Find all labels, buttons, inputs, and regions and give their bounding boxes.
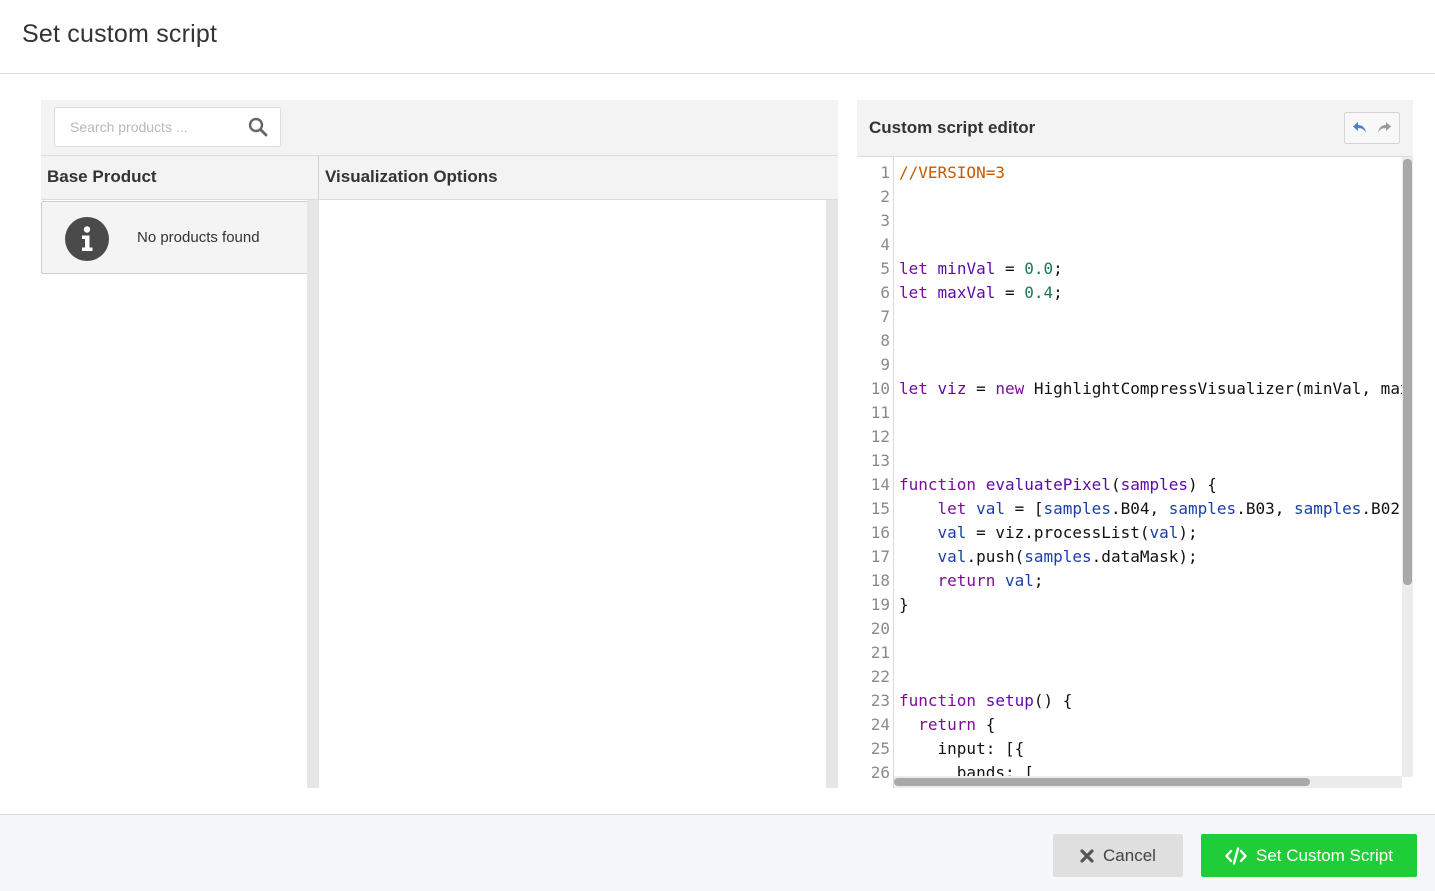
code-line: 6 let maxVal = 0.4;: [857, 281, 1402, 305]
code-line: 15 let val = [samples.B04, samples.B03, …: [857, 497, 1402, 521]
line-number: 18: [870, 571, 890, 590]
code-line: 22: [857, 665, 1402, 689]
line-number: 10: [870, 379, 890, 398]
code-line: 1 //VERSION=3: [857, 161, 1402, 185]
code-comment: //VERSION=3: [899, 163, 1005, 182]
undo-redo-group: [1344, 112, 1400, 144]
visualization-options-list: [320, 200, 838, 788]
product-toolbar: [41, 100, 838, 156]
close-icon: [1080, 848, 1094, 863]
line-number: 6: [880, 283, 890, 302]
editor-vertical-scroll-thumb[interactable]: [1403, 159, 1412, 585]
line-number: 26: [870, 763, 890, 782]
set-custom-script-label: Set Custom Script: [1256, 845, 1393, 865]
line-number: 24: [870, 715, 890, 734]
line-number: 12: [870, 427, 890, 446]
dialog-header: Set custom script: [0, 0, 1435, 74]
code-line: 5 let minVal = 0.0;: [857, 257, 1402, 281]
dialog-title: Set custom script: [22, 20, 218, 48]
line-number: 3: [880, 211, 890, 230]
search-input[interactable]: [55, 108, 245, 146]
no-products-text: No products found: [137, 229, 260, 246]
code-line: 11: [857, 401, 1402, 425]
code-line: 4: [857, 233, 1402, 257]
code-line: 24 return {: [857, 713, 1402, 737]
code-icon: [1225, 846, 1247, 865]
line-number: 5: [880, 259, 890, 278]
base-product-list: No products found: [41, 200, 319, 788]
code-line: 2: [857, 185, 1402, 209]
info-icon: [65, 217, 109, 261]
code-line: 3: [857, 209, 1402, 233]
code-line: 17 val.push(samples.dataMask);: [857, 545, 1402, 569]
code-line: 23 function setup() {: [857, 689, 1402, 713]
code-line: 10 let viz = new HighlightCompressVisuali…: [857, 377, 1402, 401]
code-line: 21: [857, 641, 1402, 665]
line-number: 19: [870, 595, 890, 614]
line-number: 16: [870, 523, 890, 542]
code-editor[interactable]: 1 //VERSION=3 2 3 4 5 let minVal = 0.0; 6l…: [857, 157, 1402, 788]
base-list-scrollbar[interactable]: [307, 200, 318, 788]
product-panel: Base Product Visualization Options No pr…: [41, 100, 838, 788]
no-products-message: No products found: [41, 201, 308, 274]
line-number: 21: [870, 643, 890, 662]
line-number: 4: [880, 235, 890, 254]
cancel-label: Cancel: [1103, 845, 1156, 865]
line-number: 13: [870, 451, 890, 470]
visualization-options-header: Visualization Options: [319, 156, 838, 200]
line-number: 17: [870, 547, 890, 566]
code-line: 8: [857, 329, 1402, 353]
editor-vertical-scrollbar[interactable]: [1402, 157, 1413, 777]
line-number: 25: [870, 739, 890, 758]
code-line: 14 function evaluatePixel(samples) {: [857, 473, 1402, 497]
line-number: 15: [870, 499, 890, 518]
code-line: 25 input: [{: [857, 737, 1402, 761]
redo-icon[interactable]: [1375, 119, 1393, 137]
code-line: 19}: [857, 593, 1402, 617]
line-number: 7: [880, 307, 890, 326]
code-line: 20: [857, 617, 1402, 641]
line-number: 8: [880, 331, 890, 350]
code-line: 9: [857, 353, 1402, 377]
editor-title: Custom script editor: [869, 118, 1036, 137]
dialog-footer: Cancel Set Custom Script: [0, 814, 1435, 891]
line-number: 1: [880, 163, 890, 182]
line-number: 22: [870, 667, 890, 686]
undo-icon[interactable]: [1351, 119, 1369, 137]
line-number: 11: [870, 403, 890, 422]
search-box[interactable]: [54, 107, 281, 147]
line-number: 9: [880, 355, 890, 374]
line-number: 23: [870, 691, 890, 710]
line-number: 2: [880, 187, 890, 206]
code-line: 18 return val;: [857, 569, 1402, 593]
cancel-button[interactable]: Cancel: [1053, 834, 1183, 877]
code-line: 7: [857, 305, 1402, 329]
editor-toolbar: Custom script editor: [857, 100, 1413, 157]
code-line: 12: [857, 425, 1402, 449]
line-number: 14: [870, 475, 890, 494]
editor-horizontal-scroll-thumb[interactable]: [894, 778, 1310, 786]
line-number: 20: [870, 619, 890, 638]
set-custom-script-button[interactable]: Set Custom Script: [1201, 834, 1417, 877]
visualization-list-scrollbar[interactable]: [826, 200, 838, 788]
base-product-header: Base Product: [41, 156, 319, 200]
script-editor-panel: Custom script editor 1 //VERSION=3 2 3 4 …: [857, 100, 1413, 788]
editor-horizontal-scrollbar[interactable]: [894, 776, 1402, 788]
search-icon[interactable]: [248, 117, 268, 137]
code-line: 16 val = viz.processList(val);: [857, 521, 1402, 545]
code-line: 13: [857, 449, 1402, 473]
